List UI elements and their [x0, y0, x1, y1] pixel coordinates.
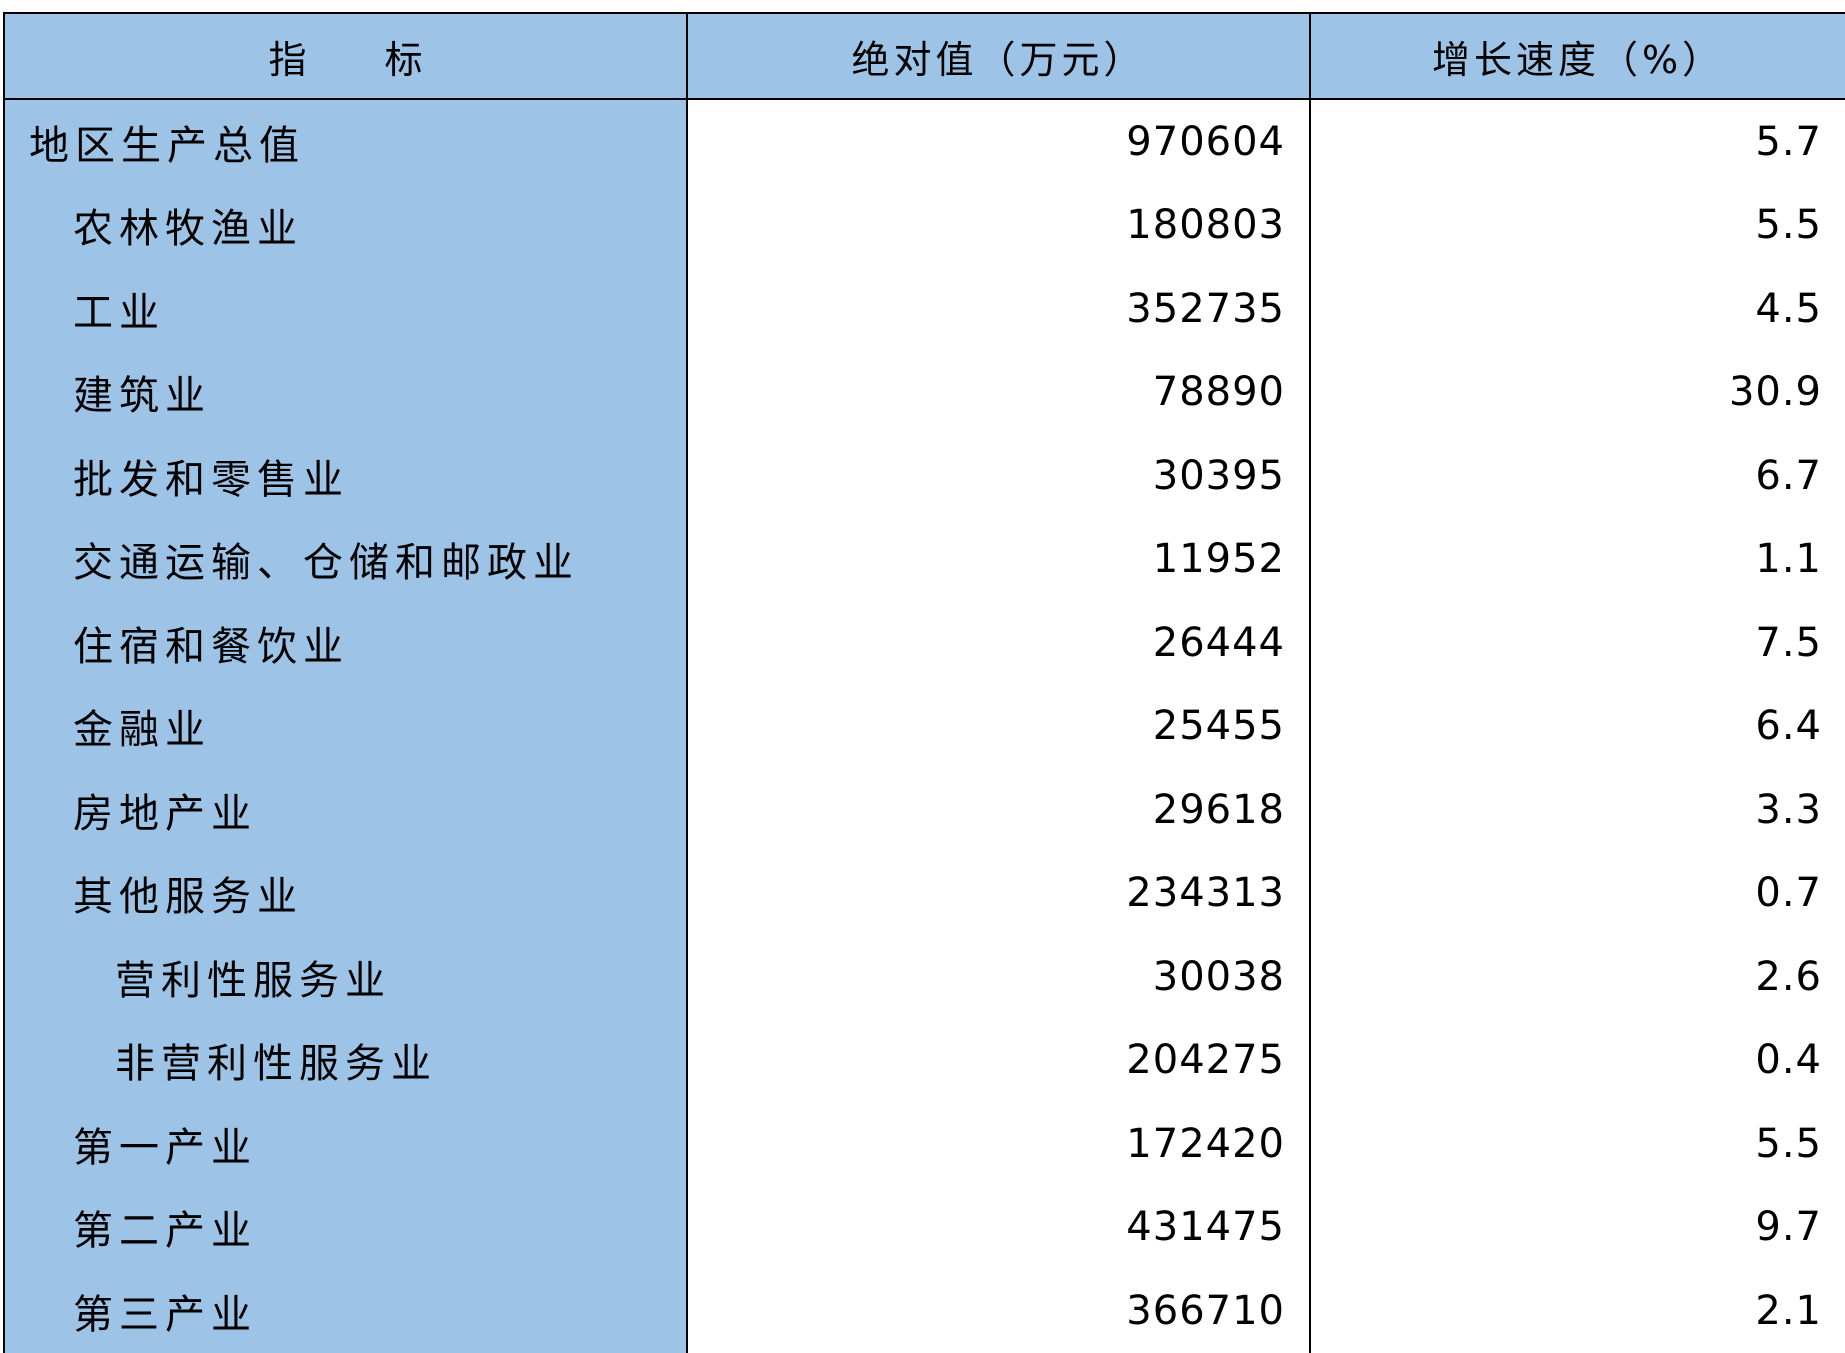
row-indicator-name: 建筑业: [3, 350, 687, 434]
row-growth-rate: 2.6: [1309, 935, 1845, 1019]
row-absolute-value: 30395: [686, 434, 1310, 518]
table-row: 其他服务业 234313 0.7: [3, 851, 1845, 935]
table-row: 住宿和餐饮业 26444 7.5: [3, 601, 1845, 685]
row-growth-rate: 0.4: [1309, 1018, 1845, 1102]
row-growth-rate: 2.1: [1309, 1269, 1845, 1353]
row-indicator-name: 工业: [3, 267, 687, 351]
row-absolute-value: 352735: [686, 267, 1310, 351]
row-growth-rate: 0.7: [1309, 851, 1845, 935]
row-absolute-value: 78890: [686, 350, 1310, 434]
row-absolute-value: 234313: [686, 851, 1310, 935]
row-absolute-value: 29618: [686, 768, 1310, 852]
row-growth-rate: 30.9: [1309, 350, 1845, 434]
table-row: 建筑业 78890 30.9: [3, 350, 1845, 434]
row-growth-rate: 9.7: [1309, 1185, 1845, 1269]
row-absolute-value: 11952: [686, 517, 1310, 601]
table-row: 农林牧渔业 180803 5.5: [3, 183, 1845, 267]
row-absolute-value: 172420: [686, 1102, 1310, 1186]
header-growth-rate: 增长速度（%）: [1309, 12, 1845, 100]
table-row: 第一产业 172420 5.5: [3, 1102, 1845, 1186]
table-row: 地区生产总值 970604 5.7: [3, 99, 1845, 184]
table-header-row: 指标 绝对值（万元） 增长速度（%）: [3, 12, 1845, 100]
table-row: 交通运输、仓储和邮政业 11952 1.1: [3, 517, 1845, 601]
row-absolute-value: 431475: [686, 1185, 1310, 1269]
row-absolute-value: 970604: [686, 99, 1310, 184]
row-indicator-name: 交通运输、仓储和邮政业: [3, 517, 687, 601]
row-growth-rate: 5.7: [1309, 99, 1845, 184]
header-indicator-char-2: 标: [384, 37, 423, 82]
table-row: 工业 352735 4.5: [3, 267, 1845, 351]
row-indicator-name: 金融业: [3, 684, 687, 768]
row-indicator-name: 住宿和餐饮业: [3, 601, 687, 685]
table-row: 第三产业 366710 2.1: [3, 1269, 1845, 1353]
row-absolute-value: 366710: [686, 1269, 1310, 1353]
table-body: 地区生产总值 970604 5.7 农林牧渔业 180803 5.5 工业 352735 4.5…: [3, 99, 1845, 1353]
row-indicator-name: 农林牧渔业: [3, 183, 687, 267]
row-indicator-name: 营利性服务业: [3, 935, 687, 1019]
header-indicator: 指标: [3, 12, 688, 100]
table-row: 非营利性服务业 204275 0.4: [3, 1018, 1845, 1102]
row-indicator-name: 批发和零售业: [3, 434, 687, 518]
table-row: 房地产业 29618 3.3: [3, 768, 1845, 852]
row-growth-rate: 4.5: [1309, 267, 1845, 351]
row-growth-rate: 5.5: [1309, 1102, 1845, 1186]
row-indicator-name: 非营利性服务业: [3, 1018, 687, 1102]
row-indicator-name: 第三产业: [3, 1269, 687, 1353]
row-growth-rate: 1.1: [1309, 517, 1845, 601]
row-growth-rate: 7.5: [1309, 601, 1845, 685]
row-absolute-value: 25455: [686, 684, 1310, 768]
statistics-table: 指标 绝对值（万元） 增长速度（%） 地区生产总值 970604 5.7 农林牧渔业 1…: [3, 12, 1845, 1353]
row-growth-rate: 6.4: [1309, 684, 1845, 768]
table-row: 金融业 25455 6.4: [3, 684, 1845, 768]
row-indicator-name: 地区生产总值: [3, 99, 687, 184]
table-row: 第二产业 431475 9.7: [3, 1185, 1845, 1269]
row-indicator-name: 其他服务业: [3, 851, 687, 935]
header-indicator-char-1: 指: [268, 37, 307, 82]
row-absolute-value: 180803: [686, 183, 1310, 267]
header-absolute-value: 绝对值（万元）: [686, 12, 1311, 100]
row-absolute-value: 204275: [686, 1018, 1310, 1102]
row-absolute-value: 30038: [686, 935, 1310, 1019]
row-indicator-name: 房地产业: [3, 768, 687, 852]
table-row: 营利性服务业 30038 2.6: [3, 935, 1845, 1019]
row-growth-rate: 6.7: [1309, 434, 1845, 518]
row-indicator-name: 第二产业: [3, 1185, 687, 1269]
row-growth-rate: 5.5: [1309, 183, 1845, 267]
row-absolute-value: 26444: [686, 601, 1310, 685]
row-growth-rate: 3.3: [1309, 768, 1845, 852]
row-indicator-name: 第一产业: [3, 1102, 687, 1186]
table-row: 批发和零售业 30395 6.7: [3, 434, 1845, 518]
